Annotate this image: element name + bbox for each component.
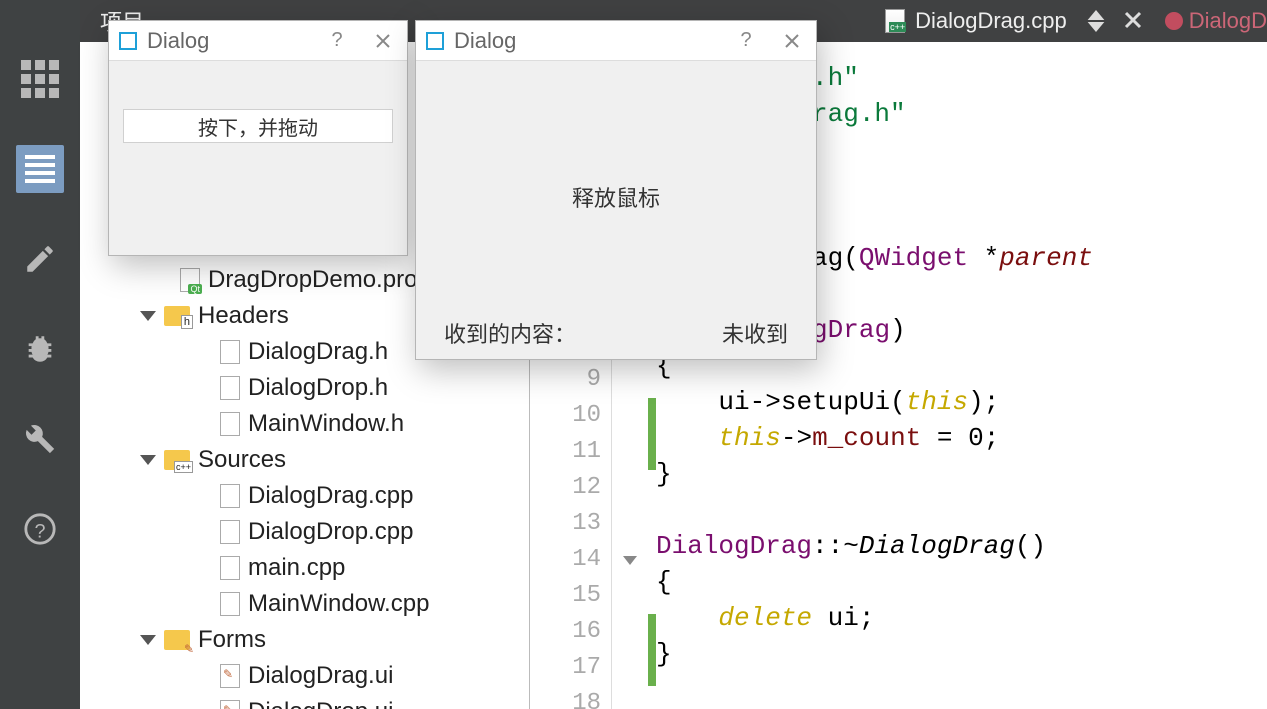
qt-app-icon [426, 32, 444, 50]
cpp-file-icon [220, 484, 240, 508]
tree-item-label: Sources [198, 446, 286, 474]
tree-item-label: main.cpp [248, 554, 345, 582]
tree-item-label: DialogDrag.ui [248, 662, 393, 690]
locked-file-tab[interactable]: DialogD [1165, 8, 1267, 34]
help-icon: ? [23, 512, 57, 546]
expand-icon [140, 455, 156, 465]
dialog-titlebar[interactable]: Dialog ? [109, 21, 407, 61]
qt-pro-icon [180, 268, 200, 292]
rail-projects[interactable] [16, 415, 64, 463]
dialog-title: Dialog [147, 28, 309, 54]
close-icon [375, 33, 391, 49]
close-icon [784, 33, 800, 49]
bug-icon [23, 332, 57, 366]
rail-help[interactable]: ? [16, 505, 64, 553]
h-file-icon [220, 412, 240, 436]
tree-item-label: DialogDrag.h [248, 338, 388, 366]
tree-file[interactable]: main.cpp [80, 550, 530, 586]
edit-icon [25, 151, 55, 187]
tree-item-label: Headers [198, 302, 289, 330]
fold-handle-icon[interactable] [623, 556, 637, 565]
locked-file-name: DialogD [1189, 8, 1267, 34]
close-file-button[interactable] [1115, 6, 1151, 37]
open-file-tab[interactable]: DialogDrag.cpp [875, 4, 1077, 38]
folder-icon [164, 630, 190, 650]
folder-icon [164, 306, 190, 326]
expand-icon [140, 311, 156, 321]
help-button[interactable]: ? [728, 23, 764, 59]
tree-item-label: Forms [198, 626, 266, 654]
dialog-titlebar[interactable]: Dialog ? [416, 21, 816, 61]
tree-item-label: DialogDrop.cpp [248, 518, 413, 546]
tree-item-label: DialogDrop.ui [248, 698, 393, 709]
cpp-file-icon [220, 520, 240, 544]
tab-nav-buttons[interactable] [1087, 10, 1105, 32]
tree-folder-forms[interactable]: Forms [80, 622, 530, 658]
tree-item-label: DragDropDemo.pro [208, 266, 417, 294]
tree-file[interactable]: DialogDrop.h [80, 370, 530, 406]
apps-icon [21, 60, 59, 98]
rail-design[interactable] [16, 235, 64, 283]
rail-debug[interactable] [16, 325, 64, 373]
close-button[interactable] [774, 23, 810, 59]
chevron-down-icon [1087, 22, 1105, 32]
cpp-file-icon [885, 9, 905, 33]
tree-file[interactable]: DialogDrag.cpp [80, 478, 530, 514]
mode-rail: ? [0, 0, 80, 709]
h-file-icon [220, 376, 240, 400]
cpp-file-icon [220, 556, 240, 580]
tree-file[interactable]: DialogDrop.cpp [80, 514, 530, 550]
rail-edit[interactable] [16, 145, 64, 193]
close-button[interactable] [365, 23, 401, 59]
received-label: 收到的内容： [444, 317, 576, 349]
ui-file-icon [220, 700, 240, 709]
dialog-title: Dialog [454, 28, 718, 54]
chevron-up-icon [1087, 10, 1105, 20]
wrench-icon [23, 422, 57, 456]
received-value: 未收到 [722, 317, 788, 349]
svg-text:?: ? [34, 521, 45, 543]
tree-file[interactable]: MainWindow.cpp [80, 586, 530, 622]
pencil-icon [23, 242, 57, 276]
ui-file-icon [220, 664, 240, 688]
drop-hint-label: 释放鼠标 [416, 181, 816, 213]
folder-icon [164, 450, 190, 470]
drag-source-field[interactable] [123, 109, 393, 143]
open-file-name: DialogDrag.cpp [915, 8, 1067, 34]
rail-welcome[interactable] [16, 55, 64, 103]
tree-item-label: DialogDrag.cpp [248, 482, 413, 510]
h-file-icon [220, 340, 240, 364]
tree-file[interactable]: DialogDrag.ui [80, 658, 530, 694]
help-button[interactable]: ? [319, 23, 355, 59]
tree-file[interactable]: DialogDrop.ui [80, 694, 530, 709]
tree-item-label: MainWindow.cpp [248, 590, 429, 618]
expand-icon [140, 635, 156, 645]
dialog-drop[interactable]: Dialog ? 释放鼠标 收到的内容： 未收到 [415, 20, 817, 360]
qt-app-icon [119, 32, 137, 50]
tree-item-label: MainWindow.h [248, 410, 404, 438]
dialog-drag[interactable]: Dialog ? [108, 20, 408, 256]
tree-item-label: DialogDrop.h [248, 374, 388, 402]
close-icon [1123, 10, 1143, 30]
tree-file[interactable]: MainWindow.h [80, 406, 530, 442]
cpp-file-icon [220, 592, 240, 616]
lock-icon [1165, 12, 1183, 30]
tree-folder-sources[interactable]: Sources [80, 442, 530, 478]
